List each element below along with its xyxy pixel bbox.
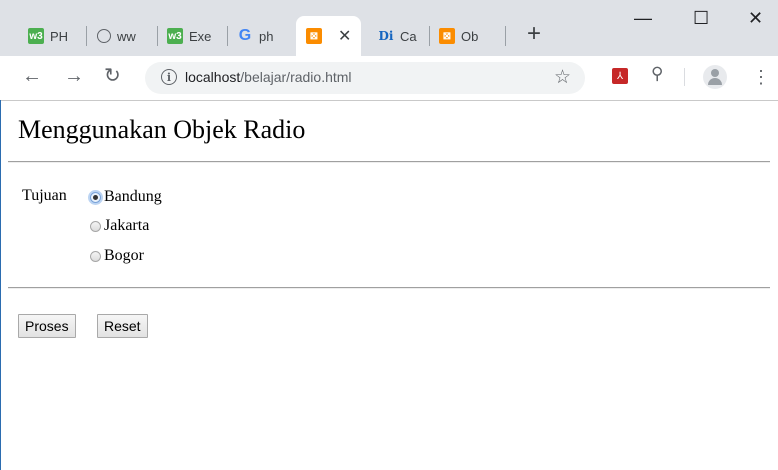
tab-label: Exe [189,28,212,44]
xampp-icon: ⊠ [439,28,455,44]
minimize-button[interactable]: — [634,8,652,29]
url-host: localhost [185,69,241,85]
tab-label: Ca [400,28,417,44]
radio-option-jakarta[interactable]: Jakarta [90,217,149,235]
tab-ww[interactable]: ww [97,16,136,56]
tab-label: PH [50,28,69,44]
page-content: Menggunakan Objek Radio Tujuan Bandung J… [0,101,778,470]
radio-button[interactable] [90,250,101,262]
tab-active[interactable]: ⊠ ✕ [296,16,362,56]
google-icon: G [238,27,252,44]
info-icon[interactable]: i [161,69,177,85]
di-icon: Di [378,29,394,43]
pdf-extension-icon[interactable]: ⅄ [612,68,628,84]
divider-top [8,161,770,163]
close-tab-icon[interactable]: ✕ [338,26,351,46]
globe-icon [97,29,111,43]
back-arrow-icon[interactable]: ← [22,66,42,86]
toolbar-separator [684,68,685,86]
tab-separator [429,26,430,46]
tab-label: Ob [461,28,479,44]
radio-option-bandung[interactable]: Bandung [90,188,162,206]
tab-separator [86,26,87,46]
w3-icon: w3 [167,28,183,44]
page-title: Menggunakan Objek Radio [18,115,306,144]
reset-button[interactable]: Reset [97,314,148,338]
forward-arrow-icon[interactable]: → [64,66,84,86]
field-label: Tujuan [22,187,67,204]
url-text[interactable]: localhost/belajar/radio.html [185,69,352,85]
tab-label: ww [117,28,136,44]
url-path: /belajar/radio.html [240,69,352,85]
tab-separator [505,26,506,46]
tab-exe[interactable]: w3 Exe [167,16,211,56]
search-extension-icon[interactable]: ⚲ [651,64,663,84]
address-bar[interactable]: i localhost/belajar/radio.html ☆ [145,62,585,94]
tab-ca[interactable]: Di Ca [378,16,417,56]
reload-icon[interactable]: ↻ [104,66,121,86]
new-tab-button[interactable]: + [527,22,541,46]
maximize-button[interactable]: ☐ [693,8,709,29]
profile-avatar-icon[interactable] [703,65,727,89]
tab-label: ph [259,28,274,44]
more-menu-icon[interactable]: ⋮ [752,67,770,88]
bookmark-star-icon[interactable]: ☆ [554,66,571,89]
submit-button[interactable]: Proses [18,314,76,338]
tab-separator [157,26,158,46]
tab-separator [227,26,228,46]
xampp-icon: ⊠ [306,28,322,44]
radio-option-bogor[interactable]: Bogor [90,247,144,265]
radio-button-checked[interactable] [90,191,101,203]
divider-bottom [8,287,770,289]
w3-icon: w3 [28,28,44,44]
radio-label: Bogor [104,247,144,264]
close-window-button[interactable]: ✕ [748,8,763,29]
tab-ob[interactable]: ⊠ Ob [439,16,478,56]
tab-php[interactable]: G ph [237,16,274,56]
tab-ph[interactable]: w3 PH [28,16,68,56]
radio-label: Jakarta [104,217,150,234]
radio-label: Bandung [104,188,162,205]
radio-button[interactable] [90,220,101,232]
